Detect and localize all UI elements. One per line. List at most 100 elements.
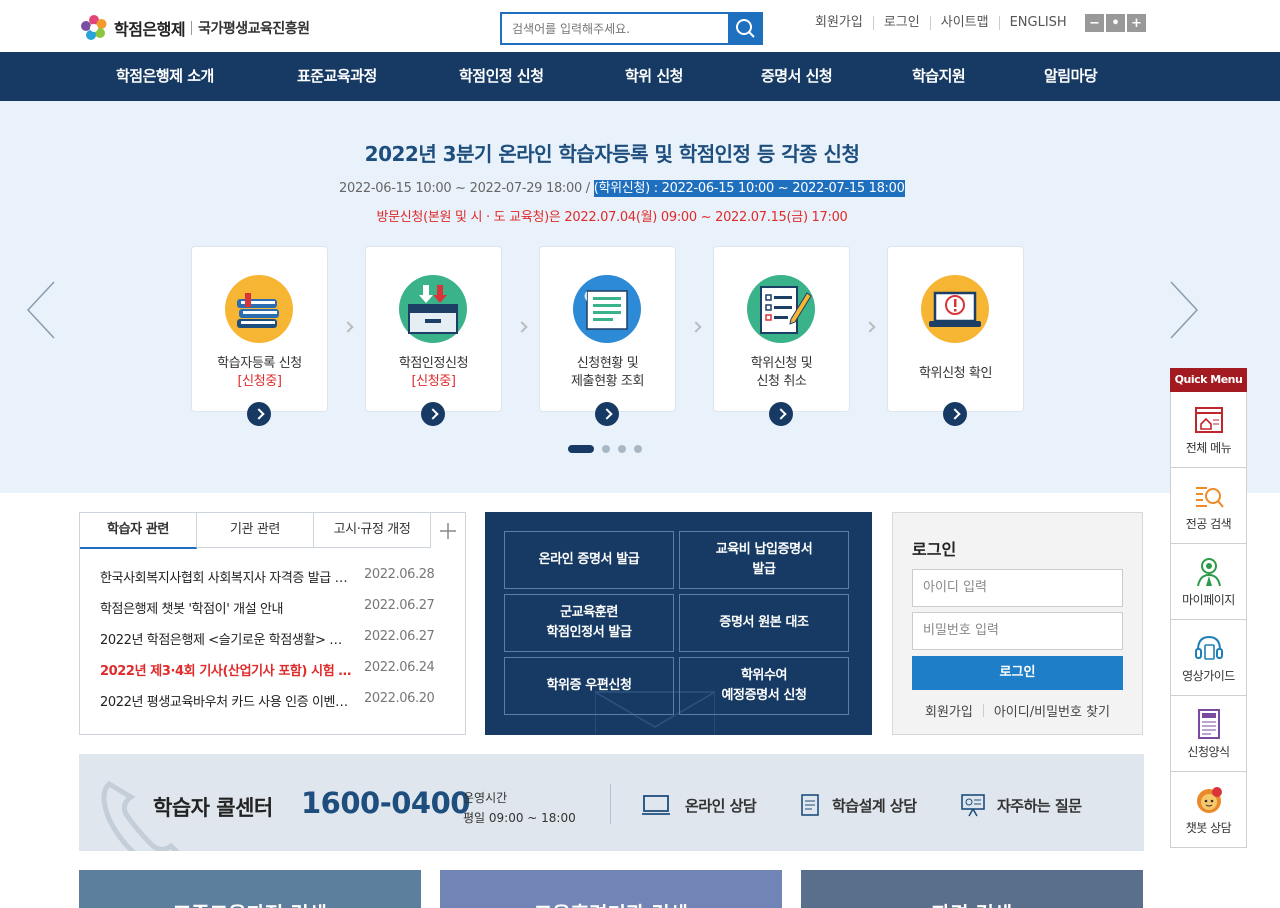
slide-next-icon[interactable]: [1163, 280, 1203, 340]
card-go-button[interactable]: [247, 402, 271, 426]
notice-tabs: 학습자 관련 기관 관련 고시·규정 개정: [80, 513, 465, 549]
call-center-bar: 학습자 콜센터 1600-0400 운영시간 평일 09:00 ~ 18:00 온…: [79, 754, 1144, 851]
hero-period-text: 2022-06-15 10:00 ~ 2022-07-29 18:00 /: [339, 181, 594, 196]
slide-prev-icon[interactable]: [22, 280, 62, 340]
slide-dot-4[interactable]: [634, 445, 642, 453]
notice-row[interactable]: 2022년 평생교육바우처 카드 사용 인증 이벤트 안내 2022.06.20: [100, 691, 445, 711]
nav-item-curriculum[interactable]: 표준교육과정: [297, 52, 377, 101]
id-input[interactable]: 아이디 입력: [912, 569, 1123, 607]
slide-dot-2[interactable]: [602, 445, 610, 453]
card-status-inquiry[interactable]: 신청현황 및 제출현황 조회: [539, 246, 676, 426]
checklist-icon: [747, 275, 815, 343]
english-link[interactable]: ENGLISH: [998, 16, 1077, 30]
nav-item-notice[interactable]: 알림마당: [1044, 52, 1098, 101]
search-button[interactable]: [728, 12, 763, 45]
call-center-hours: 운영시간 평일 09:00 ~ 18:00: [463, 791, 576, 825]
nav-item-credit-apply[interactable]: 학점인정 신청: [459, 52, 544, 101]
card-label: 학위신청 확인: [918, 366, 993, 381]
online-consult-link[interactable]: 온라인 상담: [685, 795, 757, 816]
quick-all-menu[interactable]: 전체 메뉴: [1170, 392, 1247, 468]
card-degree-apply[interactable]: 학위신청 및 신청 취소: [713, 246, 850, 426]
notice-board: 학습자 관련 기관 관련 고시·규정 개정 한국사회복지사협회 사회복지사 자격…: [79, 512, 466, 735]
card-learner-register[interactable]: 학습자등록 신청 [신청중]: [191, 246, 328, 426]
card-credit-apply[interactable]: 학점인정신청 [신청중]: [365, 246, 502, 426]
find-account-link[interactable]: 아이디/비밀번호 찾기: [984, 701, 1120, 720]
card-label: 신청현황 및 제출현황 조회: [570, 356, 645, 389]
faq-link[interactable]: 자주하는 질문: [997, 795, 1082, 816]
site-logo[interactable]: 학점은행제 국가평생교육진흥원: [80, 14, 310, 42]
hero-period: 2022-06-15 10:00 ~ 2022-07-29 18:00 / (학…: [339, 177, 905, 197]
hero-period-highlight: (학위신청) : 2022-06-15 10:00 ~ 2022-07-15 1…: [593, 180, 905, 197]
main-nav: 학점은행제 소개 표준교육과정 학점인정 신청 학위 신청 증명서 신청 학습지…: [0, 52, 1280, 101]
call-center-title: 학습자 콜센터: [153, 796, 273, 820]
card-go-button[interactable]: [421, 402, 445, 426]
join-link[interactable]: 회원가입: [815, 16, 873, 30]
slide-dot-1[interactable]: [568, 445, 594, 453]
notice-row[interactable]: 한국사회복지사협회 사회복지사 자격증 발급 관련 안내2022.06.28: [100, 567, 445, 587]
nav-item-degree-apply[interactable]: 학위 신청: [625, 52, 683, 101]
card-label: 학위신청 및 신청 취소: [750, 356, 813, 389]
card-label: 학점인정신청 [신청중]: [398, 356, 469, 389]
card-degree-confirm[interactable]: 학위신청 확인: [887, 246, 1024, 426]
diploma-mail-button[interactable]: 학위증 우편신청: [504, 657, 674, 715]
call-center-number[interactable]: 1600-0400: [301, 786, 470, 820]
original-verify-button[interactable]: 증명서 원본 대조: [679, 594, 849, 652]
zoom-controls: − • +: [1085, 14, 1146, 32]
zoom-in-button[interactable]: +: [1127, 14, 1146, 32]
notice-row[interactable]: 2022년 학점은행제 <슬기로운 학점생활> 이벤트 안내2022.06.27: [100, 629, 445, 649]
zoom-reset-button[interactable]: •: [1106, 14, 1125, 32]
tuition-certificate-button[interactable]: 교육비 납입증명서 발급: [679, 531, 849, 589]
quick-mypage[interactable]: 마이페이지: [1170, 544, 1247, 620]
tab-learner[interactable]: 학습자 관련: [80, 513, 197, 549]
quick-menu: Quick Menu 전체 메뉴 전공 검색 마이페이지 영상가이드 신청양식 …: [1170, 368, 1247, 848]
degree-expected-button[interactable]: 학위수여 예정증명서 신청: [679, 657, 849, 715]
card-go-button[interactable]: [769, 402, 793, 426]
card-go-button[interactable]: [943, 402, 967, 426]
search-input[interactable]: [502, 14, 728, 43]
chatbot-icon: [1197, 787, 1222, 813]
quick-application-forms[interactable]: 신청양식: [1170, 696, 1247, 772]
search-list-icon: [1196, 487, 1224, 508]
curriculum-search-banner[interactable]: 표준교육과정 검색: [79, 870, 421, 908]
notice-row[interactable]: 2022년 제3·4회 기사(산업기사 포함) 시험 안내 2022.06.24: [100, 660, 445, 680]
tab-regulation[interactable]: 고시·규정 개정: [314, 513, 431, 548]
quick-video-guide[interactable]: 영상가이드: [1170, 620, 1247, 696]
quick-major-search[interactable]: 전공 검색: [1170, 468, 1247, 544]
license-search-banner[interactable]: 자격 검색: [801, 870, 1143, 908]
slide-pagination: [568, 445, 642, 453]
institution-search-banner[interactable]: 교육훈련기관 검색: [440, 870, 782, 908]
login-links: 회원가입 아이디/비밀번호 찾기: [912, 701, 1123, 720]
military-credit-button[interactable]: 군교육훈련 학점인정서 발급: [504, 594, 674, 652]
plus-icon: [440, 523, 456, 539]
hero-title: 2022년 3분기 온라인 학습자등록 및 학점인정 등 각종 신청: [364, 142, 860, 166]
online-certificate-button[interactable]: 온라인 증명서 발급: [504, 531, 674, 589]
nav-item-intro[interactable]: 학점은행제 소개: [116, 52, 214, 101]
tab-institution[interactable]: 기관 관련: [197, 513, 314, 548]
site-header: 학점은행제 국가평생교육진흥원 회원가입 로그인 사이트맵 ENGLISH − …: [0, 0, 1280, 52]
form-icon: [1198, 709, 1220, 739]
login-button[interactable]: 로그인: [912, 656, 1123, 690]
card-go-button[interactable]: [595, 402, 619, 426]
org-name: 국가평생교육진흥원: [198, 21, 310, 37]
inbox-icon: [399, 275, 467, 343]
join-link[interactable]: 회원가입: [915, 701, 983, 720]
faq-board-icon: [961, 794, 985, 817]
user-icon: [1197, 558, 1221, 587]
home-menu-icon: [1195, 407, 1223, 433]
quick-chatbot[interactable]: 챗봇 상담: [1170, 772, 1247, 848]
login-link[interactable]: 로그인: [872, 16, 930, 30]
sitemap-link[interactable]: 사이트맵: [929, 16, 999, 30]
learning-consult-link[interactable]: 학습설계 상담: [832, 795, 917, 816]
password-input[interactable]: 비밀번호 입력: [912, 612, 1123, 650]
call-divider: [610, 784, 611, 824]
card-label: 학습자등록 신청 [신청중]: [217, 356, 302, 389]
slide-dot-3[interactable]: [618, 445, 626, 453]
login-title: 로그인: [912, 540, 957, 559]
login-box: 로그인 아이디 입력 비밀번호 입력 로그인 회원가입 아이디/비밀번호 찾기: [892, 512, 1143, 735]
nav-item-support[interactable]: 학습지원: [912, 52, 966, 101]
notice-row[interactable]: 학점은행제 챗봇 '학점이' 개설 안내 2022.06.27: [100, 598, 445, 618]
hero-visit-notice: 방문신청(본원 및 시 · 도 교육청)은 2022.07.04(월) 09:0…: [376, 210, 848, 225]
nav-item-certificate[interactable]: 증명서 신청: [761, 52, 833, 101]
notice-more-button[interactable]: [431, 513, 465, 548]
zoom-out-button[interactable]: −: [1085, 14, 1104, 32]
